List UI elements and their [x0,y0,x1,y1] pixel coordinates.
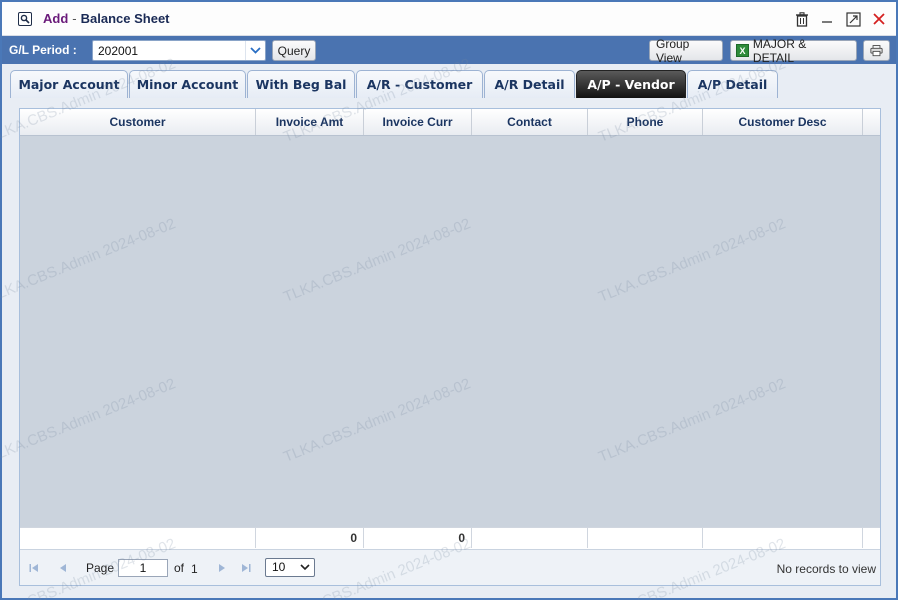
grid-body [20,136,880,527]
footer-contact [472,528,588,548]
footer-customer [20,528,256,548]
footer-customer-desc [703,528,863,548]
group-view-button[interactable]: Group View [649,37,723,65]
footer-invoice-curr-total: 0 [364,528,472,548]
excel-icon: X [736,44,749,57]
first-page-icon[interactable] [28,562,40,574]
column-contact[interactable]: Contact [472,109,588,135]
column-customer-desc[interactable]: Customer Desc [703,109,863,135]
tab-ap-detail[interactable]: A/P Detail [687,70,778,98]
balance-sheet-window: Add - Balance Sheet G/L Period : 202001 Qu… [0,0,898,600]
title-separator: - [72,11,77,26]
tab-ap-vendor[interactable]: A/P - Vendor [576,70,686,98]
grid-header: Customer Invoice Amt Invoice Curr Contac… [20,109,880,136]
tab-ar-customer[interactable]: A/R - Customer [356,70,483,98]
trash-icon[interactable] [794,11,810,27]
tab-with-beg-bal[interactable]: With Beg Bal [247,70,355,98]
footer-invoice-amt-total: 0 [256,528,364,548]
tab-bar: Major Account Minor Account With Beg Bal… [2,64,896,98]
of-label: of [174,561,185,575]
total-pages: 1 [191,562,198,576]
content-panel: Customer Invoice Amt Invoice Curr Contac… [2,98,896,598]
page-number-input[interactable]: 1 [118,559,168,577]
next-page-icon[interactable] [216,562,228,574]
gl-period-select[interactable]: 202001 [92,40,266,61]
records-status: No records to view [776,562,876,576]
column-phone[interactable]: Phone [588,109,703,135]
chevron-down-icon [300,564,310,571]
pager: Page 1 of 1 10 No records to view [20,549,880,585]
major-detail-label: MAJOR & DETAIL [752,36,807,65]
footer-phone [588,528,703,548]
major-detail-button[interactable]: X MAJOR & DETAIL [730,37,857,65]
page-size-value: 10 [272,560,286,574]
page-label: Page [86,561,115,575]
close-icon[interactable] [871,11,887,27]
query-button[interactable]: Query [272,40,316,61]
chevron-down-icon[interactable] [245,41,265,60]
vendor-grid: Customer Invoice Amt Invoice Curr Contac… [19,108,881,586]
title-bar: Add - Balance Sheet [2,2,896,36]
last-page-icon[interactable] [240,562,252,574]
page-size-select[interactable]: 10 [265,558,315,577]
tab-minor-account[interactable]: Minor Account [129,70,246,98]
column-customer[interactable]: Customer [20,109,256,135]
gl-period-label: G/L Period : [9,43,77,57]
gl-period-value: 202001 [98,44,139,58]
column-invoice-amt[interactable]: Invoice Amt [256,109,364,135]
toolbar: G/L Period : 202001 Query Group View X M… [2,36,896,65]
printer-icon [870,45,883,57]
title-action: Add [43,11,69,26]
tab-ar-detail[interactable]: A/R Detail [484,70,575,98]
prev-page-icon[interactable] [57,562,69,574]
title-name: Balance Sheet [80,11,170,26]
grid-footer: 0 0 [20,527,880,548]
maximize-icon[interactable] [845,11,861,27]
preview-icon [18,12,32,26]
window-title: Add - Balance Sheet [43,11,170,26]
print-button[interactable] [863,40,890,61]
minimize-icon[interactable] [819,11,835,27]
tab-major-account[interactable]: Major Account [10,70,128,98]
column-invoice-curr[interactable]: Invoice Curr [364,109,472,135]
